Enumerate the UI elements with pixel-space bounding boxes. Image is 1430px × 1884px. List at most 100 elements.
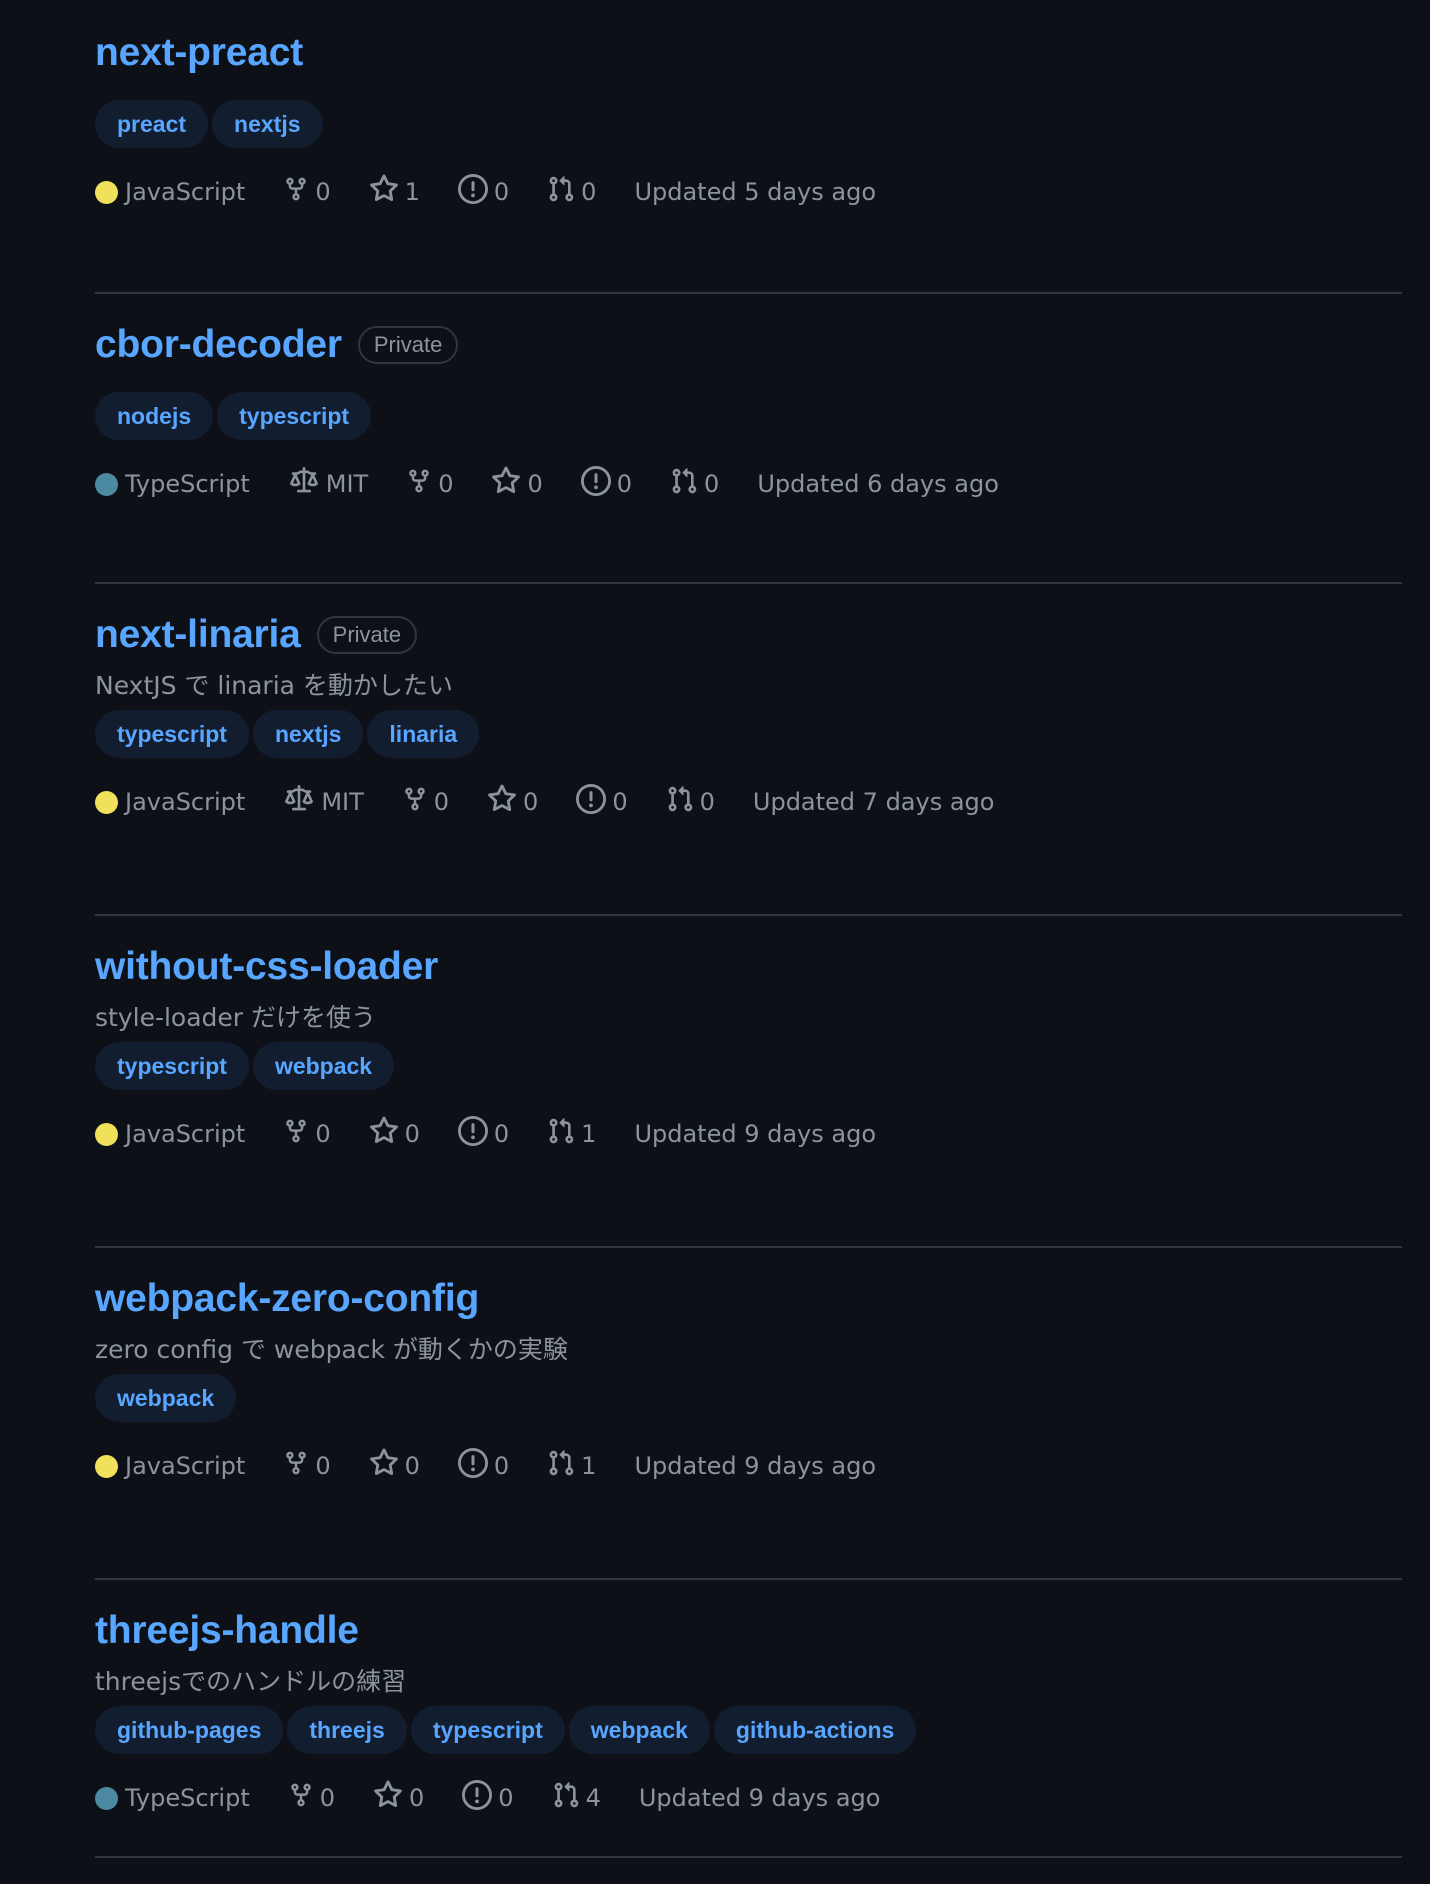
stars-link[interactable]: 0 bbox=[369, 1116, 420, 1152]
repo-forked-icon bbox=[288, 1781, 320, 1815]
topic-tag[interactable]: typescript bbox=[217, 392, 372, 440]
issues-count: 0 bbox=[616, 470, 633, 498]
forks-link[interactable]: 0 bbox=[283, 1449, 331, 1483]
pull-requests-link[interactable]: 1 bbox=[547, 1449, 596, 1483]
repo-name-link[interactable]: cbor-decoder bbox=[95, 323, 342, 367]
repo-title-row: webpack-zero-config bbox=[95, 1274, 1402, 1324]
language-name: TypeScript bbox=[125, 1784, 250, 1812]
topic-tag[interactable]: nextjs bbox=[212, 100, 323, 148]
issues-link[interactable]: 0 bbox=[457, 1448, 510, 1484]
star-icon bbox=[373, 1780, 409, 1816]
issues-link[interactable]: 0 bbox=[457, 1116, 509, 1152]
activity-sparkline bbox=[1090, 1330, 1400, 1370]
stars-count: 0 bbox=[404, 1452, 420, 1480]
topic-tag[interactable]: typescript bbox=[95, 1042, 249, 1090]
repo-forked-icon bbox=[406, 467, 438, 501]
forks-count: 0 bbox=[315, 1452, 331, 1480]
repo-item: cbor-decoder Private nodejs typescript TypeS… bbox=[95, 320, 1402, 584]
pull-requests-link[interactable]: 4 bbox=[552, 1781, 601, 1815]
topic-list: webpack bbox=[95, 1374, 1402, 1422]
forks-link[interactable]: 0 bbox=[283, 175, 331, 209]
repo-name-link[interactable]: without-css-loader bbox=[95, 945, 438, 989]
issues-link[interactable]: 0 bbox=[576, 784, 628, 820]
issues-count: 0 bbox=[493, 178, 510, 206]
issues-count: 0 bbox=[493, 1452, 510, 1480]
topic-tag[interactable]: linaria bbox=[367, 710, 480, 758]
repo-name-link[interactable]: next-preact bbox=[95, 31, 303, 75]
issue-opened-icon bbox=[580, 466, 617, 502]
stars-link[interactable]: 0 bbox=[369, 1448, 420, 1484]
language-color-dot bbox=[95, 1122, 118, 1146]
language: JavaScript bbox=[95, 1120, 245, 1148]
forks-count: 0 bbox=[433, 788, 450, 816]
activity-sparkline bbox=[1090, 1664, 1400, 1704]
stars-link[interactable]: 0 bbox=[491, 466, 543, 502]
updated-time: Updated 9 days ago bbox=[638, 1784, 881, 1812]
pull-requests-link[interactable]: 1 bbox=[547, 1117, 596, 1151]
topic-tag[interactable]: webpack bbox=[252, 1042, 395, 1090]
topic-tag[interactable]: typescript bbox=[95, 710, 249, 758]
topic-tag[interactable]: webpack bbox=[568, 1706, 710, 1754]
repo-item: next-linaria Private NextJS で linaria を動かし… bbox=[95, 610, 1402, 916]
law-icon bbox=[288, 467, 326, 501]
star-icon bbox=[487, 784, 523, 820]
language-color-dot bbox=[95, 1786, 118, 1810]
stars-link[interactable]: 0 bbox=[373, 1780, 424, 1816]
language: JavaScript bbox=[95, 178, 245, 206]
activity-sparkline bbox=[1090, 72, 1400, 112]
issue-opened-icon bbox=[457, 174, 494, 210]
topic-tag[interactable]: github-actions bbox=[713, 1706, 917, 1754]
issue-opened-icon bbox=[576, 784, 612, 820]
stars-count: 0 bbox=[527, 470, 543, 498]
repo-meta: JavaScript MIT 0 0 0 0 Updated 7 days ago bbox=[95, 784, 1402, 820]
pull-requests-link[interactable]: 0 bbox=[666, 785, 715, 819]
issues-link[interactable]: 0 bbox=[462, 1780, 514, 1816]
repo-item: without-css-loader style-loader だけを使う type… bbox=[95, 942, 1402, 1248]
issues-link[interactable]: 0 bbox=[457, 174, 510, 210]
topic-tag[interactable]: nodejs bbox=[95, 392, 214, 440]
prs-count: 1 bbox=[581, 1452, 597, 1480]
forks-count: 0 bbox=[315, 178, 331, 206]
license: MIT bbox=[283, 785, 364, 819]
forks-count: 0 bbox=[319, 1784, 336, 1812]
star-icon bbox=[369, 1116, 405, 1152]
prs-count: 1 bbox=[581, 1120, 597, 1148]
repo-name-link[interactable]: webpack-zero-config bbox=[95, 1277, 479, 1321]
language: JavaScript bbox=[95, 1452, 245, 1480]
forks-link[interactable]: 0 bbox=[402, 785, 449, 819]
forks-count: 0 bbox=[315, 1120, 331, 1148]
repo-item: threejs-handle threejsでのハンドルの練習 github-pag… bbox=[95, 1606, 1402, 1858]
prs-count: 4 bbox=[585, 1784, 601, 1812]
forks-link[interactable]: 0 bbox=[288, 1781, 335, 1815]
prs-count: 0 bbox=[704, 470, 720, 498]
topic-tag[interactable]: github-pages bbox=[95, 1706, 284, 1754]
updated-time: Updated 9 days ago bbox=[634, 1452, 877, 1480]
stars-link[interactable]: 1 bbox=[369, 174, 420, 210]
forks-link[interactable]: 0 bbox=[283, 1117, 331, 1151]
topic-tag[interactable]: typescript bbox=[410, 1706, 565, 1754]
language: TypeScript bbox=[95, 1784, 250, 1812]
star-icon bbox=[369, 1448, 405, 1484]
language-color-dot bbox=[95, 790, 118, 814]
language-color-dot bbox=[95, 472, 118, 496]
topic-tag[interactable]: nextjs bbox=[252, 710, 364, 758]
issues-link[interactable]: 0 bbox=[580, 466, 633, 502]
topic-tag[interactable]: preact bbox=[95, 100, 209, 148]
repo-name-link[interactable]: next-linaria bbox=[95, 613, 301, 657]
language-name: JavaScript bbox=[125, 1452, 246, 1480]
issue-opened-icon bbox=[457, 1116, 494, 1152]
git-pull-request-icon bbox=[670, 467, 704, 501]
topic-tag[interactable]: webpack bbox=[95, 1374, 237, 1422]
repo-forked-icon bbox=[283, 1449, 315, 1483]
git-pull-request-icon bbox=[547, 1449, 581, 1483]
updated-time: Updated 6 days ago bbox=[757, 470, 999, 498]
pull-requests-link[interactable]: 0 bbox=[547, 175, 596, 209]
pull-requests-link[interactable]: 0 bbox=[670, 467, 719, 501]
forks-link[interactable]: 0 bbox=[406, 467, 453, 501]
activity-sparkline bbox=[1090, 1000, 1400, 1040]
issues-count: 0 bbox=[498, 1784, 514, 1812]
stars-link[interactable]: 0 bbox=[487, 784, 538, 820]
topic-list: github-pages threejs typescript webpack gith… bbox=[95, 1706, 1402, 1754]
repo-name-link[interactable]: threejs-handle bbox=[95, 1609, 359, 1653]
topic-tag[interactable]: threejs bbox=[287, 1706, 407, 1754]
